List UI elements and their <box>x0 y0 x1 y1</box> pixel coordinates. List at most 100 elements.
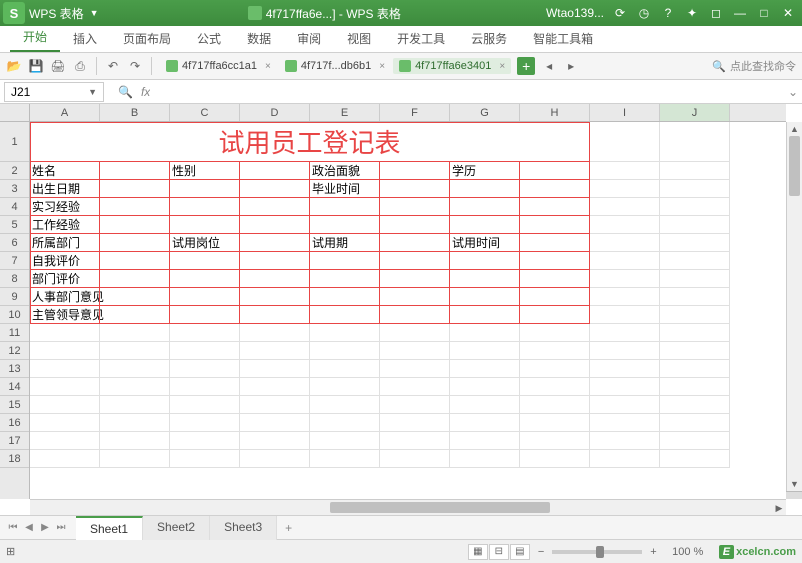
close-doc-icon[interactable]: × <box>379 61 385 72</box>
view-pagebreak-icon[interactable]: ⊟ <box>489 544 509 560</box>
cell-F3[interactable] <box>380 180 450 198</box>
undo-icon[interactable]: ↶ <box>105 58 121 74</box>
cell-A16[interactable] <box>30 414 100 432</box>
row-header-3[interactable]: 3 <box>0 180 29 198</box>
row-header-18[interactable]: 18 <box>0 450 29 468</box>
cell-F8[interactable] <box>380 270 450 288</box>
sheet-tab-2[interactable]: Sheet3 <box>210 516 277 540</box>
cell-H14[interactable] <box>520 378 590 396</box>
cell-F5[interactable] <box>380 216 450 234</box>
zoom-slider[interactable] <box>552 550 642 554</box>
cell-I10[interactable] <box>590 306 660 324</box>
fx-label[interactable]: fx <box>141 85 150 99</box>
cell-I9[interactable] <box>590 288 660 306</box>
sheet-nav-next-icon[interactable]: ▶ <box>38 522 52 533</box>
cell-H5[interactable] <box>520 216 590 234</box>
print-preview-icon[interactable]: ⎙ <box>72 58 88 74</box>
cell-E18[interactable] <box>310 450 380 468</box>
cell-J15[interactable] <box>660 396 730 414</box>
cell-J2[interactable] <box>660 162 730 180</box>
app-menu-dropdown[interactable]: ▼ <box>90 8 99 18</box>
cell-H13[interactable] <box>520 360 590 378</box>
cell-I18[interactable] <box>590 450 660 468</box>
cell-F13[interactable] <box>380 360 450 378</box>
cell-A18[interactable] <box>30 450 100 468</box>
zoom-in-button[interactable]: + <box>650 546 656 558</box>
cell-G17[interactable] <box>450 432 520 450</box>
cell-C2[interactable]: 性别 <box>170 162 240 180</box>
doc-map-icon[interactable]: ⊞ <box>6 545 15 558</box>
vsplit-handle[interactable] <box>786 491 802 499</box>
cell-F12[interactable] <box>380 342 450 360</box>
cell-G2[interactable]: 学历 <box>450 162 520 180</box>
ribbon-tab-5[interactable]: 审阅 <box>284 24 334 52</box>
sheet-nav-first-icon[interactable]: ⏮ <box>6 522 20 533</box>
cell-F2[interactable] <box>380 162 450 180</box>
cell-E7[interactable] <box>310 252 380 270</box>
cell-A14[interactable] <box>30 378 100 396</box>
cell-G16[interactable] <box>450 414 520 432</box>
cell-D7[interactable] <box>240 252 310 270</box>
cell-B6[interactable] <box>100 234 170 252</box>
cell-C9[interactable] <box>170 288 240 306</box>
scroll-down-icon[interactable]: ▼ <box>787 477 802 491</box>
col-header-G[interactable]: G <box>450 104 520 121</box>
cell-J12[interactable] <box>660 342 730 360</box>
cell-G5[interactable] <box>450 216 520 234</box>
cell-A15[interactable] <box>30 396 100 414</box>
cell-G13[interactable] <box>450 360 520 378</box>
cell-A12[interactable] <box>30 342 100 360</box>
cell-H9[interactable] <box>520 288 590 306</box>
help-icon[interactable]: ? <box>660 5 676 21</box>
cell-F6[interactable] <box>380 234 450 252</box>
cell-C15[interactable] <box>170 396 240 414</box>
cell-D8[interactable] <box>240 270 310 288</box>
cell-A17[interactable] <box>30 432 100 450</box>
cell-I11[interactable] <box>590 324 660 342</box>
row-header-8[interactable]: 8 <box>0 270 29 288</box>
document-tab-1[interactable]: 4f717f...db6b1× <box>279 58 391 74</box>
ribbon-tab-7[interactable]: 开发工具 <box>384 24 458 52</box>
cell-B11[interactable] <box>100 324 170 342</box>
cell-G7[interactable] <box>450 252 520 270</box>
cell-E10[interactable] <box>310 306 380 324</box>
cell-H18[interactable] <box>520 450 590 468</box>
close-button[interactable]: ✕ <box>780 5 796 21</box>
ribbon-tab-3[interactable]: 公式 <box>184 24 234 52</box>
cell-C14[interactable] <box>170 378 240 396</box>
cell-G14[interactable] <box>450 378 520 396</box>
row-header-1[interactable]: 1 <box>0 122 29 162</box>
cell-G15[interactable] <box>450 396 520 414</box>
new-tab-button[interactable]: + <box>517 57 535 75</box>
add-sheet-button[interactable]: + <box>277 517 300 539</box>
cell-I16[interactable] <box>590 414 660 432</box>
save-icon[interactable]: 💾 <box>28 58 44 74</box>
cell-E5[interactable] <box>310 216 380 234</box>
cell-E6[interactable]: 试用期 <box>310 234 380 252</box>
cell-G3[interactable] <box>450 180 520 198</box>
cell-A9[interactable]: 人事部门意见 <box>30 288 170 306</box>
cell-C8[interactable] <box>170 270 240 288</box>
cell-B12[interactable] <box>100 342 170 360</box>
ribbon-tab-6[interactable]: 视图 <box>334 24 384 52</box>
cell-H8[interactable] <box>520 270 590 288</box>
zoom-level[interactable]: 100 % <box>665 546 711 558</box>
cell-G18[interactable] <box>450 450 520 468</box>
close-doc-icon[interactable]: × <box>499 61 505 72</box>
row-headers[interactable]: 123456789101112131415161718 <box>0 122 30 499</box>
cell-B13[interactable] <box>100 360 170 378</box>
cell-B14[interactable] <box>100 378 170 396</box>
whatsnew-icon[interactable]: ✦ <box>684 5 700 21</box>
cell-F10[interactable] <box>380 306 450 324</box>
document-tab-2[interactable]: 4f717ffa6e3401× <box>393 58 511 74</box>
scroll-up-icon[interactable]: ▲ <box>787 122 802 136</box>
row-header-16[interactable]: 16 <box>0 414 29 432</box>
cell-J4[interactable] <box>660 198 730 216</box>
cell-A7[interactable]: 自我评价 <box>30 252 100 270</box>
cell-C17[interactable] <box>170 432 240 450</box>
cell-E3[interactable]: 毕业时间 <box>310 180 380 198</box>
cell-C16[interactable] <box>170 414 240 432</box>
cell-B17[interactable] <box>100 432 170 450</box>
sheet-nav-prev-icon[interactable]: ◀ <box>22 522 36 533</box>
cell-C3[interactable] <box>170 180 240 198</box>
